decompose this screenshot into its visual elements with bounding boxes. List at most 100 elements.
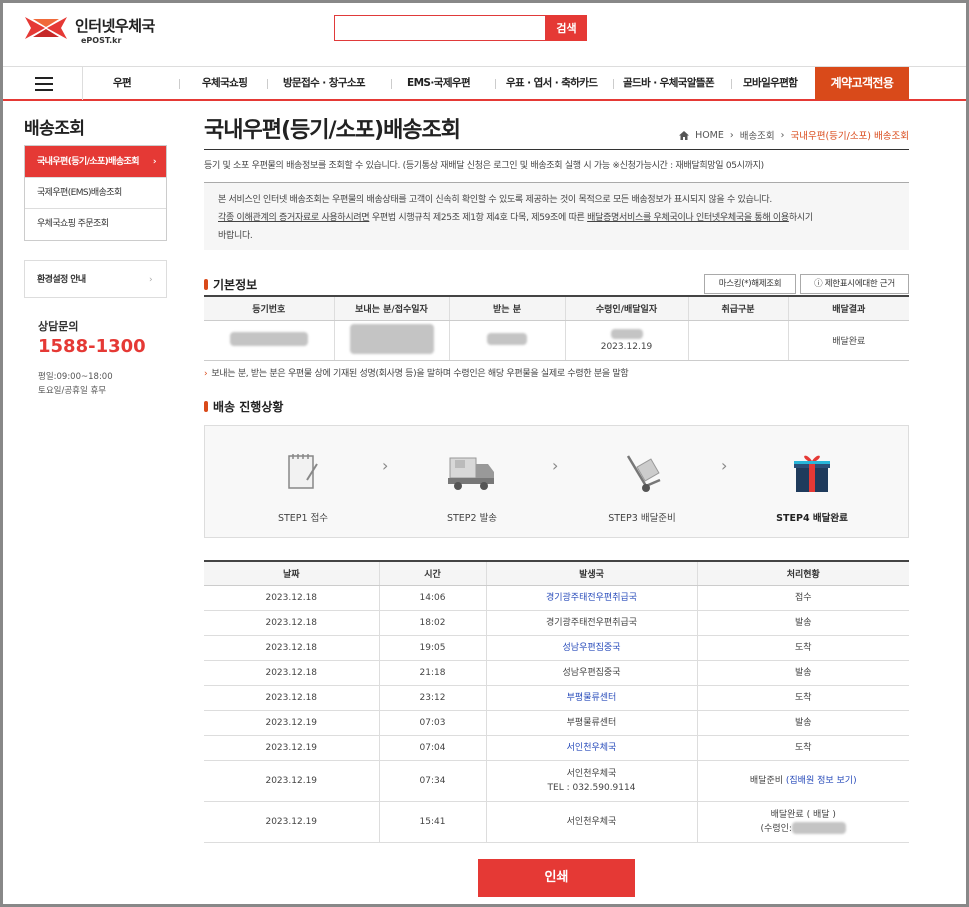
history-time-cell: 18:02 — [378, 610, 486, 636]
section-bullet-icon — [204, 279, 208, 290]
hamburger-icon — [35, 77, 53, 91]
sender-cell — [333, 320, 449, 361]
redacted-block — [791, 822, 846, 834]
table-row: 2023.12.18 14:06 경기광주태전우편취급국 접수 — [204, 585, 909, 611]
redacted-block — [349, 323, 434, 354]
basic-info-table: 등기번호 보내는 분/접수일자 받는 분 수령인/배달일자 취급구분 배달결과 … — [204, 295, 909, 361]
nav-item-mobile[interactable]: 모바일우편함 — [743, 67, 798, 100]
breadcrumb-tracking[interactable]: 배송조회 — [740, 128, 775, 142]
truck-icon — [448, 457, 494, 490]
history-time-cell: 14:06 — [378, 585, 486, 611]
env-settings-link[interactable]: 환경설정 안내 › — [24, 260, 167, 298]
step-label: STEP4 배달완료 — [776, 513, 848, 524]
history-office-cell[interactable]: 부평물류센터 — [485, 685, 697, 711]
history-time-cell: 19:05 — [378, 635, 486, 661]
table-row: 2023.12.18 19:05 성남우편집중국 도착 — [204, 635, 909, 661]
history-status-cell: 발송 — [696, 660, 909, 686]
limit-reason-button[interactable]: ⓘ 제한표시에대한 근거 — [800, 274, 909, 294]
redacted-block — [229, 331, 308, 346]
delivery-result-cell: 배달완료 — [787, 320, 909, 361]
search-input[interactable] — [334, 15, 546, 41]
table-row: 2023.12.18 18:02 경기광주태전우편취급국 발송 — [204, 610, 909, 636]
history-date-cell: 2023.12.18 — [204, 660, 379, 686]
table-row: 2023.12.19 07:04 서인천우체국 도착 — [204, 735, 909, 761]
redacted-block — [610, 328, 643, 339]
col-header: 보내는 분/접수일자 — [333, 296, 449, 321]
menu-button[interactable] — [3, 67, 83, 100]
tracking-history-table: 날짜 시간 발생국 처리현황 2023.12.18 14:06 경기광주태전우편취급… — [204, 560, 909, 843]
service-notice: 본 서비스인 인터넷 배송조회는 우편물의 배송상태를 고객이 신속히 확인할 … — [204, 182, 909, 250]
carrier-info-link[interactable]: (집배원 정보 보기) — [786, 776, 857, 786]
page-title: 국내우편(등기/소포)배송조회 — [204, 118, 461, 143]
intro-text: 등기 및 소포 우편물의 배송정보를 조회할 수 있습니다. (등기통상 재배달… — [204, 161, 764, 171]
nav-item-gold[interactable]: 골드바 · 우체국알뜰폰 — [623, 67, 715, 100]
logo-subtitle: ePOST.kr — [81, 36, 122, 45]
history-status-cell: 도착 — [696, 735, 909, 761]
nav-item-mail[interactable]: 우편 — [113, 67, 132, 100]
table-row: 2023.12.19 07:03 부평물류센터 발송 — [204, 710, 909, 736]
step-label: STEP3 배달준비 — [608, 513, 676, 524]
chevron-right-icon: › — [552, 456, 559, 475]
tracking-number-cell — [204, 320, 334, 361]
history-status-cell: 도착 — [696, 685, 909, 711]
progress-steps: STEP1 접수 › STEP2 발송 › STEP3 배달준비 › STEP4… — [204, 425, 909, 538]
history-status-cell: 도착 — [696, 635, 909, 661]
redacted-block — [487, 332, 527, 345]
col-header: 배달결과 — [787, 296, 909, 321]
site-header: 인터넷우체국 ePOST.kr 검색 — [3, 3, 966, 65]
breadcrumb-home[interactable]: HOME — [695, 130, 724, 141]
history-office-cell[interactable]: 서인천우체국 — [485, 735, 697, 761]
progress-title: 배송 진행상황 — [204, 398, 283, 415]
nav-contract-customer[interactable]: 계약고객전용 — [815, 67, 909, 100]
sidebar-item-ems[interactable]: 국제우편(EMS)배송조회 — [25, 178, 166, 209]
history-time-cell: 07:04 — [378, 735, 486, 761]
office-phone: TEL : 032.590.9114 — [547, 782, 636, 793]
table-row: 2023.12.19 07:34 서인천우체국 TEL : 032.590.911… — [204, 760, 909, 802]
chevron-right-icon: › — [149, 275, 153, 285]
sidebar-menu: 국내우편(등기/소포)배송조회 › 국제우편(EMS)배송조회 우체국쇼핑 주문조… — [24, 145, 167, 241]
history-time-cell: 23:12 — [378, 685, 486, 711]
history-office-cell[interactable]: 경기광주태전우편취급국 — [485, 585, 697, 611]
history-date-cell: 2023.12.18 — [204, 610, 379, 636]
table-row: 2023.12.18 21:18 성남우편집중국 발송 — [204, 660, 909, 686]
search-button[interactable]: 검색 — [546, 15, 587, 41]
epost-logo-icon — [25, 15, 67, 41]
history-date-cell: 2023.12.18 — [204, 585, 379, 611]
col-header: 받는 분 — [448, 296, 565, 321]
nav-item-visit[interactable]: 방문접수 · 창구소포 — [283, 67, 366, 100]
cs-hours: 평일:09:00~18:00 토요일/공휴일 휴무 — [38, 372, 113, 396]
col-header: 발생국 — [485, 561, 697, 586]
table-row: 2023.12.19 배달완료 — [204, 320, 909, 361]
recipient-date-cell: 2023.12.19 — [564, 320, 688, 361]
sidebar-item-shopping[interactable]: 우체국쇼핑 주문조회 — [25, 209, 166, 240]
history-time-cell: 21:18 — [378, 660, 486, 686]
handling-type-cell — [687, 320, 788, 361]
step-label: STEP2 발송 — [446, 513, 498, 524]
unmask-button[interactable]: 마스킹(*)해제조회 — [704, 274, 796, 294]
history-status-cell: 발송 — [696, 610, 909, 636]
step-label: STEP1 접수 — [277, 513, 329, 524]
history-office-cell[interactable]: 성남우편집중국 — [485, 635, 697, 661]
cs-phone-number: 1588-1300 — [38, 336, 146, 357]
chevron-right-icon: › — [721, 456, 728, 475]
sidebar-item-domestic[interactable]: 국내우편(등기/소포)배송조회 › — [25, 146, 166, 178]
history-date-cell: 2023.12.18 — [204, 635, 379, 661]
history-date-cell: 2023.12.19 — [204, 735, 379, 761]
section-bullet-icon — [204, 401, 208, 412]
sidebar-title: 배송조회 — [24, 119, 85, 139]
nav-item-stamps[interactable]: 우표 · 엽서 · 축하카드 — [506, 67, 598, 100]
site-logo[interactable]: 인터넷우체국 ePOST.kr — [25, 15, 155, 45]
cs-title: 상담문의 — [38, 320, 79, 333]
chevron-right-icon: › — [152, 157, 157, 167]
receiver-cell — [448, 320, 565, 361]
nav-item-ems[interactable]: EMS·국제우편 — [407, 67, 471, 100]
col-header: 시간 — [378, 561, 486, 586]
history-date-cell: 2023.12.18 — [204, 685, 379, 711]
basic-info-note: › 보내는 분, 받는 분은 우편물 상에 기재된 성명(회사명 등)을 말하며 … — [204, 369, 629, 379]
history-office-cell: 성남우편집중국 — [485, 660, 697, 686]
col-header: 취급구분 — [687, 296, 788, 321]
nav-item-shopping[interactable]: 우체국쇼핑 — [202, 67, 248, 100]
table-row: 2023.12.19 15:41 서인천우체국 배달완료 ( 배달 ) (수령인: — [204, 801, 909, 843]
print-button[interactable]: 인쇄 — [478, 859, 635, 897]
arrow-right-icon: › — [204, 369, 208, 379]
